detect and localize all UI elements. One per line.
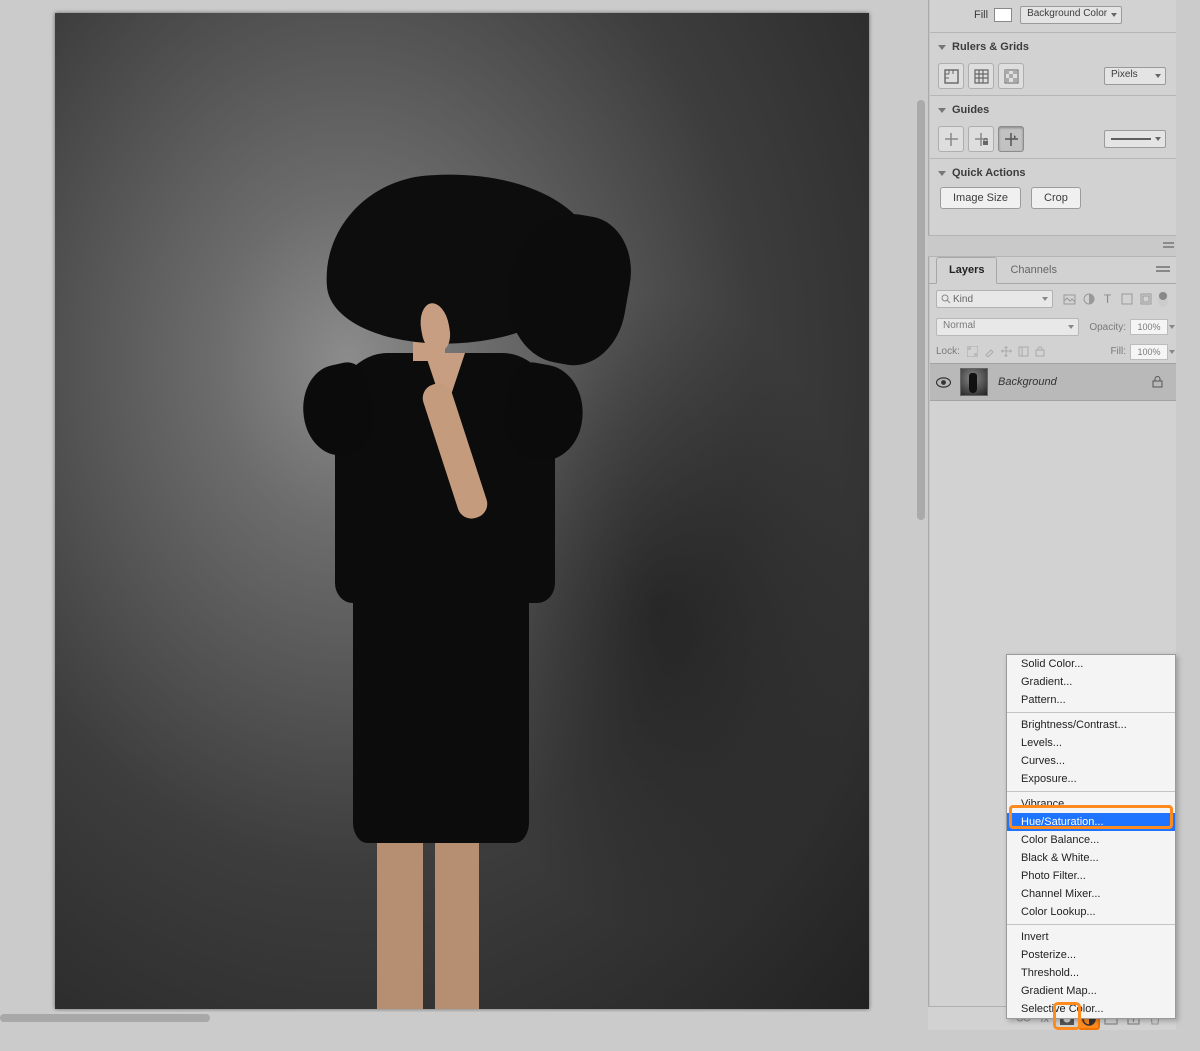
adj-menu-item[interactable]: Gradient Map...	[1007, 982, 1175, 1000]
menu-separator	[1007, 712, 1175, 713]
adj-menu-item[interactable]: Solid Color...	[1007, 655, 1175, 673]
document-canvas[interactable]	[55, 13, 869, 1009]
layer-filter-kind-select[interactable]: Kind	[936, 290, 1053, 308]
menu-separator	[1007, 791, 1175, 792]
adj-menu-item[interactable]: Black & White...	[1007, 849, 1175, 867]
menu-separator	[1007, 924, 1175, 925]
adj-menu-item[interactable]: Selective Color...	[1007, 1000, 1175, 1018]
adj-menu-item[interactable]: Posterize...	[1007, 946, 1175, 964]
subject-figure	[275, 173, 615, 1009]
lock-position-icon[interactable]	[998, 343, 1015, 360]
layers-list: Background	[928, 363, 1176, 401]
canvas-scrollbar-vertical[interactable]	[915, 0, 928, 1008]
smart-guides-button[interactable]	[998, 126, 1024, 152]
ruler-units-select[interactable]: Pixels	[1104, 67, 1166, 85]
guide-style-select[interactable]	[1104, 130, 1166, 148]
guides-header[interactable]: Guides	[928, 98, 1176, 122]
rulers-grids-row: Pixels	[928, 59, 1176, 93]
adj-menu-item[interactable]: Hue/Saturation...	[1007, 813, 1175, 831]
adj-menu-item[interactable]: Exposure...	[1007, 770, 1175, 788]
filter-kind-label: Kind	[953, 294, 973, 305]
lock-pixels-icon[interactable]	[981, 343, 998, 360]
fill-opacity-label: Fill:	[1110, 346, 1126, 357]
filter-pixel-icon[interactable]	[1061, 291, 1078, 308]
lock-artboard-icon[interactable]	[1015, 343, 1032, 360]
layer-thumbnail[interactable]	[960, 368, 988, 396]
quick-actions-title: Quick Actions	[952, 167, 1026, 179]
lock-all-icon[interactable]	[1032, 343, 1049, 360]
fill-opacity-field[interactable]: 100%	[1130, 344, 1168, 360]
adj-menu-item[interactable]: Curves...	[1007, 752, 1175, 770]
adj-menu-item[interactable]: Levels...	[1007, 734, 1175, 752]
adj-menu-item[interactable]: Color Lookup...	[1007, 903, 1175, 921]
filter-shape-icon[interactable]	[1118, 291, 1135, 308]
adj-menu-item[interactable]: Invert	[1007, 928, 1175, 946]
fill-mode-select[interactable]: Background Color	[1020, 6, 1122, 24]
guides-title: Guides	[952, 104, 989, 116]
canvas-scrollbar-horizontal[interactable]	[0, 1012, 928, 1025]
tab-channels[interactable]: Channels	[997, 257, 1069, 283]
visibility-toggle-icon[interactable]	[936, 377, 954, 388]
adj-menu-item[interactable]: Vibrance...	[1007, 795, 1175, 813]
rulers-grids-title: Rulers & Grids	[952, 41, 1029, 53]
layers-channels-tabs: Layers Channels	[928, 257, 1176, 284]
opacity-field[interactable]: 100%	[1130, 319, 1168, 335]
quick-actions-row: Image Size Crop	[928, 185, 1176, 215]
tab-layers[interactable]: Layers	[936, 257, 997, 284]
layer-name[interactable]: Background	[998, 376, 1152, 388]
lock-transparent-icon[interactable]	[964, 343, 981, 360]
adj-menu-item[interactable]: Channel Mixer...	[1007, 885, 1175, 903]
blend-mode-row: Normal Opacity: 100%	[928, 314, 1176, 340]
chevron-down-icon	[938, 171, 946, 176]
toggle-transparency-grid-button[interactable]	[998, 63, 1024, 89]
chevron-down-icon	[938, 45, 946, 50]
layer-lock-icon[interactable]	[1152, 376, 1168, 388]
filter-toggle[interactable]	[1158, 291, 1168, 307]
crop-button[interactable]: Crop	[1031, 187, 1081, 209]
adj-menu-item[interactable]: Color Balance...	[1007, 831, 1175, 849]
fill-row: Fill Background Color	[928, 0, 1176, 30]
rulers-grids-header[interactable]: Rulers & Grids	[928, 35, 1176, 59]
fill-label: Fill	[974, 9, 988, 21]
lock-label: Lock:	[936, 346, 960, 357]
guides-row	[928, 122, 1176, 156]
filter-adjustment-icon[interactable]	[1080, 291, 1097, 308]
blend-mode-select[interactable]: Normal	[936, 318, 1079, 336]
panel-gap	[928, 235, 1176, 257]
adjustment-layer-menu[interactable]: Solid Color...Gradient...Pattern... Brigh…	[1006, 654, 1176, 1019]
opacity-label: Opacity:	[1089, 322, 1126, 333]
adj-menu-item[interactable]: Pattern...	[1007, 691, 1175, 709]
image-size-button[interactable]: Image Size	[940, 187, 1021, 209]
lock-row: Lock: Fill: 100%	[928, 340, 1176, 363]
layer-row[interactable]: Background	[928, 363, 1176, 401]
filter-smart-icon[interactable]	[1137, 291, 1154, 308]
lock-guides-button[interactable]	[968, 126, 994, 152]
panel-collapse-icon[interactable]	[1163, 240, 1174, 251]
layer-filter-row: Kind T	[928, 284, 1176, 314]
new-guide-button[interactable]	[938, 126, 964, 152]
adj-menu-item[interactable]: Threshold...	[1007, 964, 1175, 982]
chevron-down-icon	[938, 108, 946, 113]
canvas-area	[0, 0, 928, 1030]
toggle-grid-button[interactable]	[968, 63, 994, 89]
fill-swatch[interactable]	[994, 8, 1012, 22]
panel-menu-icon[interactable]	[1156, 265, 1170, 275]
quick-actions-header[interactable]: Quick Actions	[928, 161, 1176, 185]
adj-menu-item[interactable]: Gradient...	[1007, 673, 1175, 691]
adj-menu-item[interactable]: Brightness/Contrast...	[1007, 716, 1175, 734]
adj-menu-item[interactable]: Photo Filter...	[1007, 867, 1175, 885]
toggle-ruler-button[interactable]	[938, 63, 964, 89]
filter-type-icon[interactable]: T	[1099, 291, 1116, 308]
